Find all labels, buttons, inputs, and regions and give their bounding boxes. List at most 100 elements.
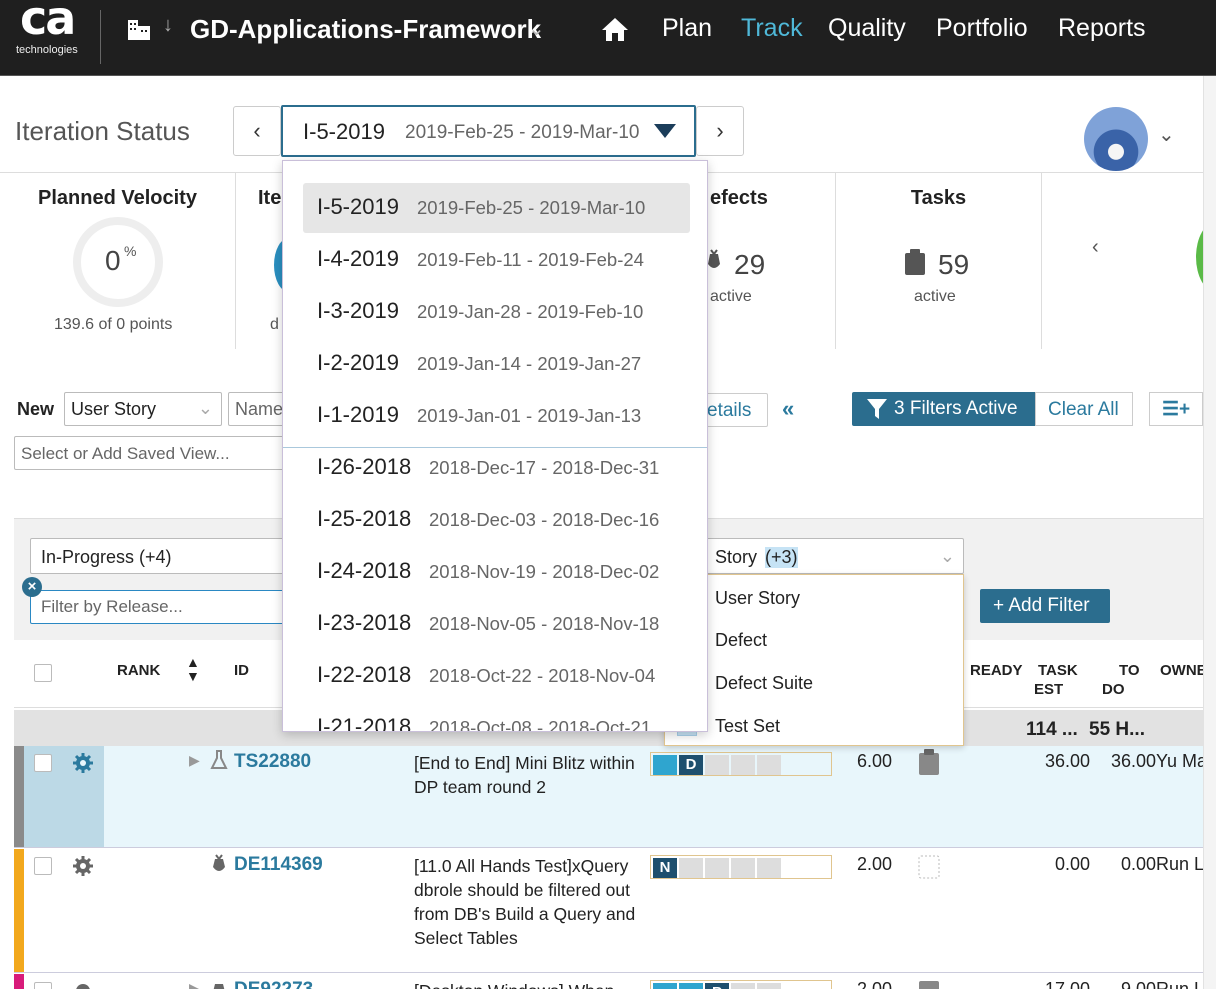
- remove-filter-icon[interactable]: ×: [22, 577, 42, 597]
- iteration-option[interactable]: I-25-2018 2018-Dec-03 - 2018-Dec-16: [283, 495, 707, 547]
- sort-icon[interactable]: ▲ ▼: [186, 655, 200, 683]
- details-button[interactable]: etails: [706, 393, 768, 427]
- new-name-input[interactable]: Name: [228, 392, 288, 426]
- empty-clipboard-icon[interactable]: [917, 851, 941, 879]
- add-filter-button[interactable]: + Add Filter: [980, 589, 1110, 623]
- state-step[interactable]: [705, 858, 729, 878]
- iteration-option[interactable]: I-1-2019 2019-Jan-01 - 2019-Jan-13: [283, 391, 707, 443]
- schedule-state-filter[interactable]: In-Progress (+4): [30, 538, 288, 574]
- nav-plan[interactable]: Plan: [662, 14, 712, 43]
- table-row[interactable]: DE114369 [11.0 All Hands Test]xQuery dbr…: [14, 849, 1216, 973]
- state-step[interactable]: [757, 983, 781, 989]
- new-type-select[interactable]: User Story ⌄: [64, 392, 222, 426]
- row-points[interactable]: 6.00: [857, 751, 892, 772]
- state-step[interactable]: [757, 858, 781, 878]
- state-step[interactable]: [705, 755, 729, 775]
- iteration-option[interactable]: I-26-2018 2018-Dec-17 - 2018-Dec-31: [283, 443, 707, 495]
- nav-quality[interactable]: Quality: [828, 14, 906, 43]
- filters-active-button[interactable]: 3 Filters Active: [852, 392, 1035, 426]
- nav-reports[interactable]: Reports: [1058, 14, 1146, 43]
- row-points[interactable]: 2.00: [857, 854, 892, 875]
- row-id-link[interactable]: TS22880: [234, 751, 311, 773]
- ready-header[interactable]: READY: [970, 662, 1023, 679]
- state-step[interactable]: [679, 858, 703, 878]
- select-all-checkbox[interactable]: [34, 664, 52, 682]
- iteration-option[interactable]: I-21-2018 2018-Oct-08 - 2018-Oct-21: [283, 703, 707, 731]
- type-filter-select[interactable]: Story (+3) ⌄: [706, 538, 964, 574]
- row-id-link[interactable]: DE114369: [234, 854, 323, 876]
- state-step[interactable]: [757, 755, 781, 775]
- table-row[interactable]: ▶ TS22880 [End to End] Mini Blitz within…: [14, 746, 1216, 848]
- iteration-option[interactable]: I-4-2019 2019-Feb-11 - 2019-Feb-24: [283, 235, 707, 287]
- defects-card[interactable]: efects 29 active: [708, 173, 836, 349]
- row-name[interactable]: [Desktop Windows] When: [414, 979, 654, 989]
- saved-view-select[interactable]: Select or Add Saved View...: [14, 436, 284, 470]
- state-step[interactable]: [731, 858, 755, 878]
- nav-track[interactable]: Track: [741, 14, 803, 43]
- metrics-next-icon[interactable]: ‹: [1092, 236, 1099, 259]
- gear-icon[interactable]: [72, 855, 94, 877]
- planned-velocity-card[interactable]: Planned Velocity 0 % 139.6 of 0 points: [0, 173, 236, 349]
- ca-logo[interactable]: ca technologies: [16, 0, 90, 70]
- iteration-option-selected[interactable]: I-5-2019 2019-Feb-25 - 2019-Mar-10: [303, 183, 690, 233]
- gear-icon[interactable]: [72, 752, 94, 774]
- avatar[interactable]: [1084, 107, 1148, 171]
- gear-icon[interactable]: [72, 980, 94, 989]
- clipboard-icon[interactable]: [917, 748, 941, 776]
- row-color-bar[interactable]: [14, 746, 24, 847]
- schedule-state-bar[interactable]: D: [650, 752, 832, 776]
- type-option-defect[interactable]: ✓Defect: [665, 619, 963, 661]
- row-id-link[interactable]: DE92273: [234, 979, 313, 989]
- state-step[interactable]: [679, 983, 703, 989]
- clear-all-button[interactable]: Clear All: [1035, 392, 1133, 426]
- clipboard-icon[interactable]: [917, 976, 941, 989]
- arrow-down-icon[interactable]: ↓: [163, 14, 173, 37]
- column-picker-button[interactable]: ☰+: [1149, 392, 1203, 426]
- state-step-current[interactable]: D: [679, 755, 703, 775]
- iteration-option[interactable]: I-22-2018 2018-Oct-22 - 2018-Nov-04: [283, 651, 707, 703]
- row-checkbox[interactable]: [34, 857, 52, 875]
- nav-portfolio[interactable]: Portfolio: [936, 14, 1028, 43]
- table-row[interactable]: ▶ DE92273 [Desktop Windows] When P 2.00 …: [14, 974, 1216, 989]
- iteration-option[interactable]: I-24-2018 2018-Nov-19 - 2018-Dec-02: [283, 547, 707, 599]
- state-step[interactable]: [653, 755, 677, 775]
- todo-header[interactable]: TO: [1119, 662, 1140, 679]
- state-step-current[interactable]: P: [705, 983, 729, 989]
- row-points[interactable]: 2.00: [857, 979, 892, 989]
- iteration-option[interactable]: I-3-2019 2019-Jan-28 - 2019-Feb-10: [283, 287, 707, 339]
- type-option-defect-suite[interactable]: ✓Defect Suite: [665, 662, 963, 704]
- row-color-bar[interactable]: [14, 849, 24, 972]
- iteration-select[interactable]: I-5-2019 2019-Feb-25 - 2019-Mar-10: [281, 105, 696, 157]
- schedule-state-bar[interactable]: N: [650, 855, 832, 879]
- schedule-state-bar[interactable]: P: [650, 980, 832, 989]
- owner-header[interactable]: OWNE: [1160, 662, 1207, 679]
- type-option-user-story[interactable]: ✓User Story: [665, 577, 963, 619]
- row-checkbox[interactable]: [34, 982, 52, 989]
- tasks-card[interactable]: Tasks 59 active: [836, 173, 1042, 349]
- type-option-test-set[interactable]: ✓Test Set: [665, 705, 963, 747]
- state-step[interactable]: [731, 983, 755, 989]
- iteration-option[interactable]: I-2-2019 2019-Jan-14 - 2019-Jan-27: [283, 339, 707, 391]
- id-header[interactable]: ID: [234, 662, 249, 679]
- release-filter-input[interactable]: Filter by Release...: [30, 590, 288, 624]
- row-name[interactable]: [11.0 All Hands Test]xQuery dbrole shoul…: [414, 854, 654, 950]
- prev-iteration-button[interactable]: ‹: [233, 106, 281, 156]
- state-step-current[interactable]: N: [653, 858, 677, 878]
- collapse-icon[interactable]: «: [782, 396, 794, 422]
- state-step[interactable]: [731, 755, 755, 775]
- next-iteration-button[interactable]: ›: [696, 106, 744, 156]
- iteration-option[interactable]: I-23-2018 2018-Nov-05 - 2018-Nov-18: [283, 599, 707, 651]
- task-est-header[interactable]: TASK: [1038, 662, 1078, 679]
- page-scrollbar[interactable]: [1203, 76, 1216, 989]
- row-name[interactable]: [End to End] Mini Blitz within DP team r…: [414, 751, 654, 799]
- row-checkbox[interactable]: [34, 754, 52, 772]
- chevron-down-icon[interactable]: ⌄: [528, 16, 545, 41]
- state-step[interactable]: [653, 983, 677, 989]
- chevron-down-icon[interactable]: ⌄: [1158, 122, 1175, 147]
- rank-header[interactable]: RANK: [117, 662, 160, 679]
- expand-icon[interactable]: ▶: [189, 752, 200, 769]
- home-icon[interactable]: [600, 14, 630, 44]
- row-color-bar[interactable]: [14, 974, 24, 989]
- project-picker[interactable]: GD-Applications-Framework: [190, 14, 541, 45]
- expand-icon[interactable]: ▶: [189, 980, 200, 989]
